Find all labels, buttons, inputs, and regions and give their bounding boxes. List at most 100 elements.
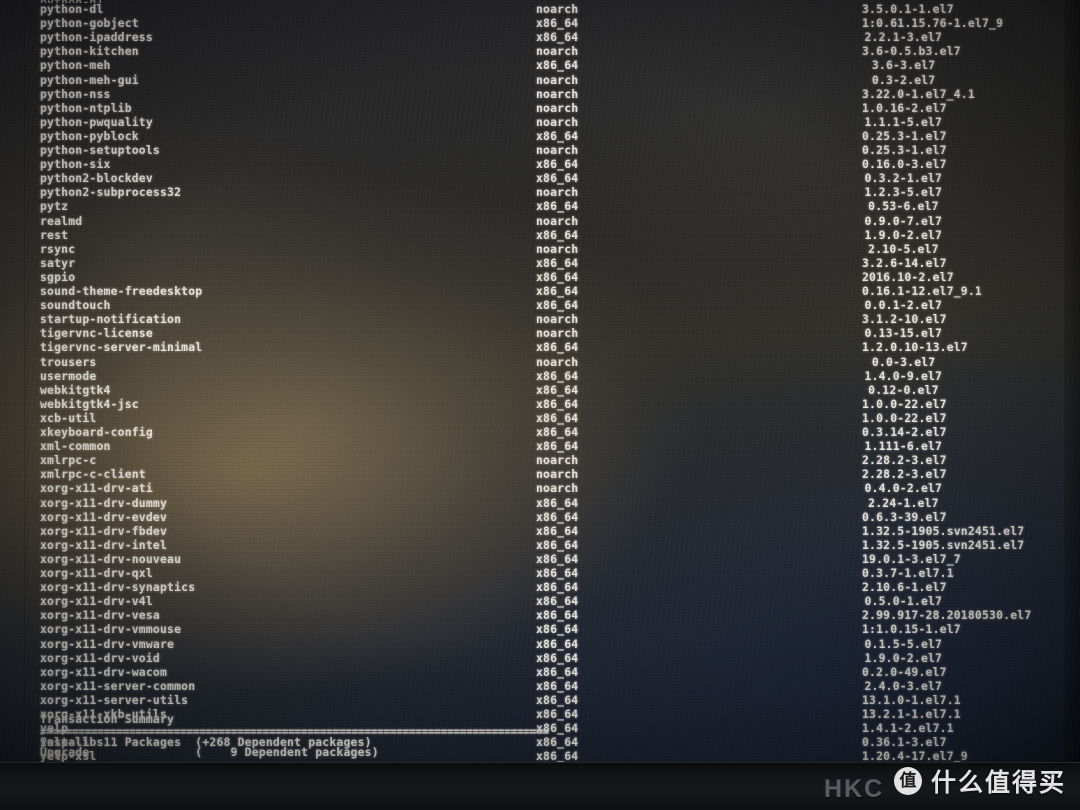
package-version: 0.0.1-2.el7 xyxy=(864,298,943,313)
package-version: 3.22.0-1.el7_4.1 xyxy=(862,86,975,101)
table-row: python-meh-gui noarch 0.3-2.el7 xyxy=(0,73,1080,87)
package-version: 1.4.1-2.el7.1 xyxy=(862,721,954,736)
table-row: sound-theme-freedesktop x86_64 0.16.1-12.e… xyxy=(0,284,1080,298)
package-arch: noarch xyxy=(536,326,579,341)
table-row: python-meh x86_64 3.6-3.el7 xyxy=(0,58,1080,72)
table-row: startup-notification noarch 3.1.2-10.el7 xyxy=(0,312,1080,326)
package-version: 2.2.1-3.el7 xyxy=(864,30,943,45)
package-arch: x86_64 xyxy=(536,255,579,270)
package-version: 1.0.16-2.el7 xyxy=(862,100,947,115)
package-name: python-ntplib xyxy=(40,100,132,115)
table-row: xorg-x11-drv-vesa x86_64 2.99.917-28.20180… xyxy=(0,608,1080,622)
package-arch: noarch xyxy=(536,185,579,200)
package-version: 0.3.14-2.el7 xyxy=(862,425,947,439)
package-name: xorg-x11-drv-fbdev xyxy=(40,523,168,538)
package-arch: noarch xyxy=(536,241,579,256)
package-arch: x86_64 xyxy=(536,157,579,172)
package-version: 2.99.917-28.20180530.el7 xyxy=(862,608,1032,623)
package-name: rsync xyxy=(40,241,76,256)
table-row: rest x86_64 1.9.0-2.el7 xyxy=(0,228,1080,242)
package-arch: x86_64 xyxy=(536,16,579,31)
package-arch: x86_64 xyxy=(536,650,579,665)
package-name: xcb-util xyxy=(40,410,97,425)
table-row: xorg-x11-drv-nouveau x86_64 19.0.1-3.el7_7 xyxy=(0,552,1080,566)
package-version: 0.25.3-1.el7 xyxy=(862,143,947,157)
table-row: xorg-x11-drv-void x86_64 1.9.0-2.el7 xyxy=(0,651,1080,665)
package-version: 2.10-5.el7 xyxy=(868,241,939,256)
package-name: xorg-x11-drv-evdev xyxy=(40,509,168,524)
package-name: xorg-x11-server-utils xyxy=(40,692,189,707)
package-version: 1.2.3-5.el7 xyxy=(864,185,943,200)
package-name: tigervnc-license xyxy=(40,326,153,341)
package-version: 0.16.1-12.el7_9.1 xyxy=(862,284,982,298)
package-version: 2.10.6-1.el7 xyxy=(862,580,947,595)
package-version: 3.1.2-10.el7 xyxy=(862,312,947,327)
package-name: xorg-x11-drv-nouveau xyxy=(40,551,182,566)
package-arch: x86_64 xyxy=(536,128,579,143)
package-arch: x86_64 xyxy=(536,425,579,439)
package-version: 1.2.0.10-13.el7 xyxy=(862,340,968,355)
package-name: python2-blockdev xyxy=(40,171,153,186)
table-row: python-dl noarch 3.5.0.1-1.el7 xyxy=(0,2,1080,16)
package-name: tigervnc-server-minimal xyxy=(40,340,203,355)
table-row: tigervnc-license noarch 0.13-15.el7 xyxy=(0,326,1080,340)
table-row: realmd noarch 0.9.0-7.el7 xyxy=(0,214,1080,228)
package-arch: x86_64 xyxy=(536,707,579,721)
package-arch: x86_64 xyxy=(536,410,579,425)
package-name: python2-subprocess32 xyxy=(40,185,182,200)
table-row: rsync noarch 2.10-5.el7 xyxy=(0,242,1080,256)
package-version: 2.28.2-3.el7 xyxy=(862,467,947,482)
package-name: startup-notification xyxy=(40,312,182,327)
table-row: python-ipaddress x86_64 2.2.1-3.el7 xyxy=(0,30,1080,44)
package-name: rest xyxy=(40,227,69,242)
table-row: python-nss noarch 3.22.0-1.el7_4.1 xyxy=(0,87,1080,101)
package-name: xorg-x11-drv-void xyxy=(40,650,160,665)
package-arch: x86_64 xyxy=(536,678,579,693)
package-version: 3.5.0.1-1.el7 xyxy=(862,2,954,16)
package-arch: x86_64 xyxy=(536,566,579,580)
package-name: pytz xyxy=(40,199,69,214)
package-arch: x86_64 xyxy=(536,199,579,214)
package-arch: x86_64 xyxy=(536,608,579,623)
package-version: 3.6-3.el7 xyxy=(871,58,936,73)
package-name: xorg-x11-server-common xyxy=(40,678,196,693)
package-version: 0.2.0-49.el7 xyxy=(862,664,947,679)
package-version: 0.3.2-1.el7 xyxy=(864,171,943,186)
package-name: python-six xyxy=(40,157,111,172)
monitor-screen: python-d1 python-dlnoarch3.5.0.1-1.el7py… xyxy=(0,0,1080,762)
package-version: 0.25.3-1.el7 xyxy=(862,128,947,143)
table-row: python-setuptools noarch 0.25.3-1.el7 xyxy=(0,143,1080,157)
package-name: realmd xyxy=(40,213,83,228)
package-arch: noarch xyxy=(536,312,579,327)
package-arch: x86_64 xyxy=(536,594,579,609)
table-row: xorg-x11-server-utils x86_64 13.1.0-1.el7.… xyxy=(0,693,1080,707)
package-version: 0.0-3.el7 xyxy=(871,354,936,369)
package-name: python-meh xyxy=(40,58,111,73)
package-arch: x86_64 xyxy=(536,227,579,242)
package-name: xorg-x11-drv-wacom xyxy=(40,664,168,679)
package-arch: x86_64 xyxy=(536,749,579,762)
package-name: python-nss xyxy=(40,86,111,101)
package-arch: noarch xyxy=(536,100,579,115)
watermark-text: 什么值得买 xyxy=(930,768,1066,797)
package-version: 0.4.0-2.el7 xyxy=(864,481,943,496)
table-row: python-pwquality noarch 1.1.1-5.el7 xyxy=(0,115,1080,129)
table-row: pytz x86_64 0.53-6.el7 xyxy=(0,199,1080,213)
package-arch: x86_64 xyxy=(536,58,579,73)
package-version: 1.4.0-9.el7 xyxy=(864,368,943,383)
table-row: xmlrpc-c noarch 2.28.2-3.el7 xyxy=(0,453,1080,467)
terminal-output[interactable]: python-d1 python-dlnoarch3.5.0.1-1.el7py… xyxy=(0,0,1080,762)
package-name: xorg-x11-drv-synaptics xyxy=(40,580,196,595)
package-version: 1.111-6.el7 xyxy=(864,439,943,454)
package-arch: x86_64 xyxy=(536,551,579,566)
package-name: xorg-x11-drv-vmware xyxy=(40,636,175,651)
package-name: python-meh-gui xyxy=(40,72,139,87)
package-arch: noarch xyxy=(536,86,579,101)
table-row: xcb-util x86_64 1.0.0-22.el7 xyxy=(0,411,1080,425)
package-name: python-dl xyxy=(40,2,104,16)
package-version: 19.0.1-3.el7_7 xyxy=(862,551,961,566)
package-version: 0.3-2.el7 xyxy=(871,72,936,87)
package-arch: x86_64 xyxy=(536,171,579,186)
package-name: xkeyboard-config xyxy=(40,425,153,439)
table-row: python-pyblock x86_64 0.25.3-1.el7 xyxy=(0,129,1080,143)
